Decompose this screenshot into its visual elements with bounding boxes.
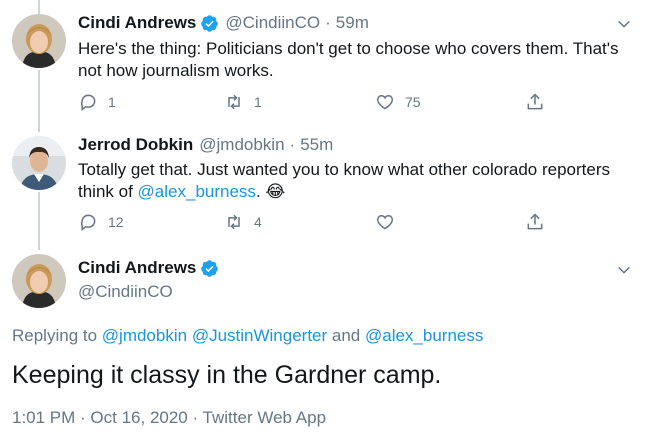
- reply-icon: [80, 214, 96, 231]
- mention-link[interactable]: @alex_burness: [365, 326, 483, 345]
- like-count: 75: [405, 94, 421, 110]
- verified-badge-icon: [201, 259, 219, 277]
- main-tweet-header: Cindi Andrews: [78, 258, 219, 278]
- display-name[interactable]: Jerrod Dobkin: [78, 134, 193, 156]
- chevron-down-icon[interactable]: [616, 262, 632, 278]
- handle[interactable]: @jmdobkin: [199, 134, 284, 156]
- retweet-button[interactable]: 4: [224, 211, 262, 233]
- tweet-actions: 12 4: [78, 211, 558, 233]
- share-button[interactable]: [525, 211, 545, 233]
- replying-prefix: Replying to: [12, 326, 102, 345]
- reply-icon: [80, 94, 96, 111]
- chevron-down-icon[interactable]: [616, 16, 632, 32]
- tweet-text: Totally get that. Just wanted you to kno…: [78, 159, 618, 203]
- tweet-timestamp[interactable]: 1:01 PM · Oct 16, 2020 · Twitter Web App: [12, 408, 326, 428]
- like-button[interactable]: 75: [375, 91, 421, 113]
- tweet-text: Here's the thing: Politicians don't get …: [78, 39, 619, 80]
- display-name[interactable]: Cindi Andrews: [78, 258, 196, 278]
- reply-button[interactable]: 1: [78, 91, 116, 113]
- avatar[interactable]: [12, 14, 66, 68]
- share-icon: [527, 93, 543, 110]
- retweet-count: 1: [254, 94, 262, 110]
- retweet-button[interactable]: 1: [224, 91, 262, 113]
- retweet-icon: [228, 214, 240, 230]
- reply-count: 1: [108, 94, 116, 110]
- separator-dot: ·: [325, 13, 331, 32]
- replying-and: and: [327, 326, 365, 345]
- avatar[interactable]: [12, 136, 66, 190]
- thread-line: [38, 192, 40, 250]
- tweet-text-part: .: [255, 182, 266, 201]
- verified-badge-icon: [201, 14, 219, 32]
- display-name[interactable]: Cindi Andrews: [78, 12, 196, 34]
- reply-count: 12: [108, 214, 124, 230]
- share-button[interactable]: [525, 91, 545, 113]
- tweet-actions: 1 1 75: [78, 91, 558, 113]
- separator-dot: ·: [289, 135, 296, 154]
- like-icon: [376, 94, 394, 110]
- handle[interactable]: @CindiinCO: [225, 12, 320, 34]
- retweet-icon: [228, 94, 240, 110]
- retweet-count: 4: [254, 214, 262, 230]
- main-tweet-text: Keeping it classy in the Gardner camp.: [12, 361, 442, 389]
- laughing-emoji: 😂: [265, 182, 286, 201]
- tweet-time[interactable]: 55m: [300, 134, 333, 156]
- thread-line: [38, 70, 40, 132]
- replying-to: Replying to @jmdobkin @JustinWingerter a…: [12, 326, 483, 346]
- share-icon: [527, 213, 543, 230]
- thread-line: [38, 0, 40, 14]
- avatar[interactable]: [12, 254, 66, 308]
- reply-button[interactable]: 12: [78, 211, 124, 233]
- tweet-time[interactable]: 59m: [336, 12, 369, 34]
- like-icon: [376, 214, 394, 230]
- tweet-header: Jerrod Dobkin @jmdobkin · 55m: [78, 134, 333, 156]
- mention-link[interactable]: @JustinWingerter: [192, 326, 327, 345]
- mention-link[interactable]: @jmdobkin: [102, 326, 187, 345]
- handle[interactable]: @CindiinCO: [78, 282, 173, 302]
- like-button[interactable]: [375, 211, 405, 233]
- mention-link[interactable]: @alex_burness: [138, 182, 256, 201]
- tweet-header: Cindi Andrews @CindiinCO · 59m: [78, 12, 369, 34]
